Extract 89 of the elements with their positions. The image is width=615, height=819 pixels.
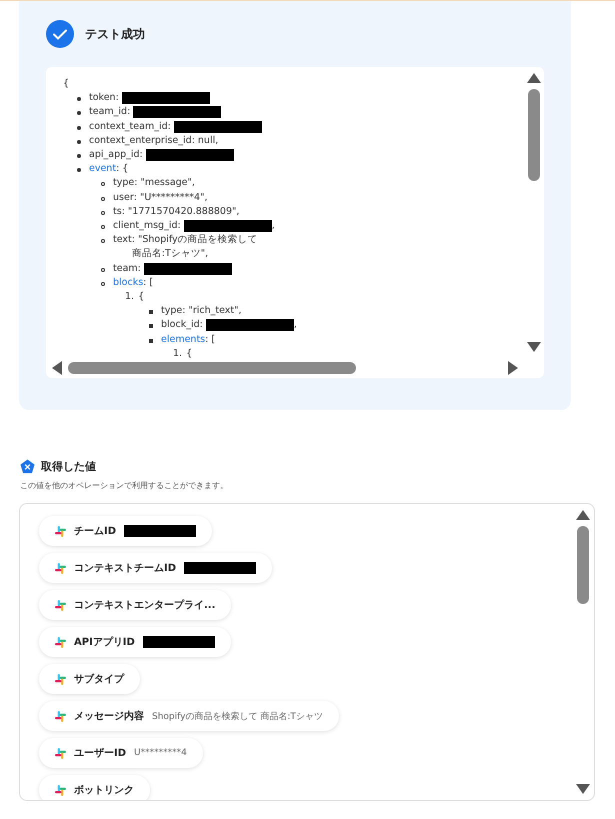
code-text: {: [138, 290, 144, 304]
code-key: block_id: [161, 318, 200, 333]
bullet-icon: [101, 239, 105, 244]
code-text: : {: [116, 162, 128, 176]
bullet-icon: [101, 225, 105, 230]
value-chip[interactable]: APIアプリID: [39, 627, 231, 657]
bullet-icon: [101, 196, 105, 201]
code-text: :: [200, 318, 203, 332]
scroll-up-icon[interactable]: [527, 73, 541, 83]
bullet-icon: [77, 140, 81, 144]
bullet-icon: [77, 97, 81, 102]
scroll-down-icon[interactable]: [527, 342, 541, 352]
code-key: api_app_id: [89, 148, 140, 162]
code-key: team_id: [89, 105, 128, 120]
scroll-thumb[interactable]: [577, 526, 589, 604]
vertical-scrollbar[interactable]: [576, 510, 590, 794]
code-text: :: [140, 148, 143, 162]
section-title: 取得した値: [41, 459, 96, 474]
bullet-icon: [149, 338, 153, 343]
bullet-icon: [77, 168, 81, 172]
value-chip[interactable]: ユーザーID U*********4: [39, 738, 203, 768]
hash-logo-icon: [55, 748, 66, 758]
code-key-link[interactable]: elements: [161, 332, 206, 347]
code-key-link[interactable]: blocks: [113, 276, 144, 290]
chip-value: Shopifyの商品を検索して 商品名:Tシャツ: [152, 710, 323, 722]
bullet-icon: [101, 182, 105, 186]
code-text: : "message",: [134, 176, 195, 190]
code-key: user: [113, 190, 134, 205]
code-text: : [: [205, 332, 216, 347]
code-key: context_enterprise_id: [89, 134, 192, 148]
list-number: 1.: [125, 290, 134, 304]
code-text: : "Shopifyの商品を検索して商品名:Tシャツ",: [132, 233, 259, 262]
code-key: ts: [113, 204, 122, 220]
code-text: :: [138, 262, 141, 276]
bullet-icon: [101, 268, 105, 272]
scroll-down-icon[interactable]: [576, 784, 590, 794]
bullet-icon: [149, 310, 153, 314]
list-number: 1.: [173, 346, 182, 358]
code-key: token: [89, 91, 116, 106]
code-key: type: [161, 304, 182, 318]
value-chip[interactable]: コンテキストチームID: [39, 553, 272, 583]
value-chip[interactable]: チームID: [39, 516, 212, 546]
section-description: この値を他のオペレーションで利用することができます。: [20, 480, 229, 491]
horizontal-scrollbar[interactable]: [52, 361, 518, 375]
code-text: :: [168, 120, 171, 134]
value-chip[interactable]: サブタイプ: [39, 664, 140, 694]
hash-logo-icon: [55, 710, 66, 722]
code-text: {: [186, 346, 192, 358]
code-text: :: [116, 91, 119, 106]
bullet-icon: [77, 154, 81, 158]
value-chip[interactable]: コンテキストエンタープライ...: [39, 590, 232, 620]
scroll-left-icon[interactable]: [52, 361, 62, 375]
value-chip[interactable]: ボットリンク: [39, 775, 150, 800]
code-text: {: [63, 77, 70, 91]
vertical-scrollbar[interactable]: [527, 73, 541, 352]
scroll-up-icon[interactable]: [576, 510, 590, 520]
scroll-right-icon[interactable]: [508, 361, 518, 375]
code-key: text: [113, 233, 132, 248]
scroll-thumb[interactable]: [528, 89, 540, 181]
code-text: : "U*********4",: [134, 190, 208, 205]
bullet-icon: [149, 324, 153, 328]
code-key: context_team_id: [89, 120, 168, 134]
scroll-thumb[interactable]: [68, 362, 356, 374]
code-text: ,: [294, 318, 297, 332]
hash-logo-icon: [55, 562, 66, 574]
bullet-icon: [101, 282, 105, 286]
bullet-icon: [101, 210, 105, 215]
code-text: :: [178, 219, 181, 234]
code-key: team: [113, 262, 138, 276]
hash-logo-icon: [55, 784, 66, 796]
hash-logo-icon: [55, 600, 66, 610]
code-key-link[interactable]: event: [89, 162, 116, 176]
code-text: : "1771570420.888809",: [122, 204, 240, 219]
code-text: :: [127, 105, 130, 120]
hash-logo-icon: [55, 674, 66, 684]
result-title: テスト成功: [85, 26, 145, 42]
code-text: ,: [272, 219, 275, 234]
bullet-icon: [77, 111, 81, 116]
code-text: : "rich_text",: [182, 304, 242, 318]
hash-logo-icon: [55, 526, 66, 536]
hash-logo-icon: [55, 636, 66, 648]
bullet-icon: [77, 126, 81, 130]
chip-value: U*********4: [134, 748, 187, 758]
code-key: type: [113, 176, 134, 191]
code-text: : null,: [192, 134, 218, 148]
value-chip[interactable]: メッセージ内容 Shopifyの商品を検索して 商品名:Tシャツ: [39, 701, 339, 731]
code-key: client_msg_id: [113, 219, 178, 234]
code-text: : [: [143, 276, 154, 290]
variable-icon: [20, 459, 35, 474]
